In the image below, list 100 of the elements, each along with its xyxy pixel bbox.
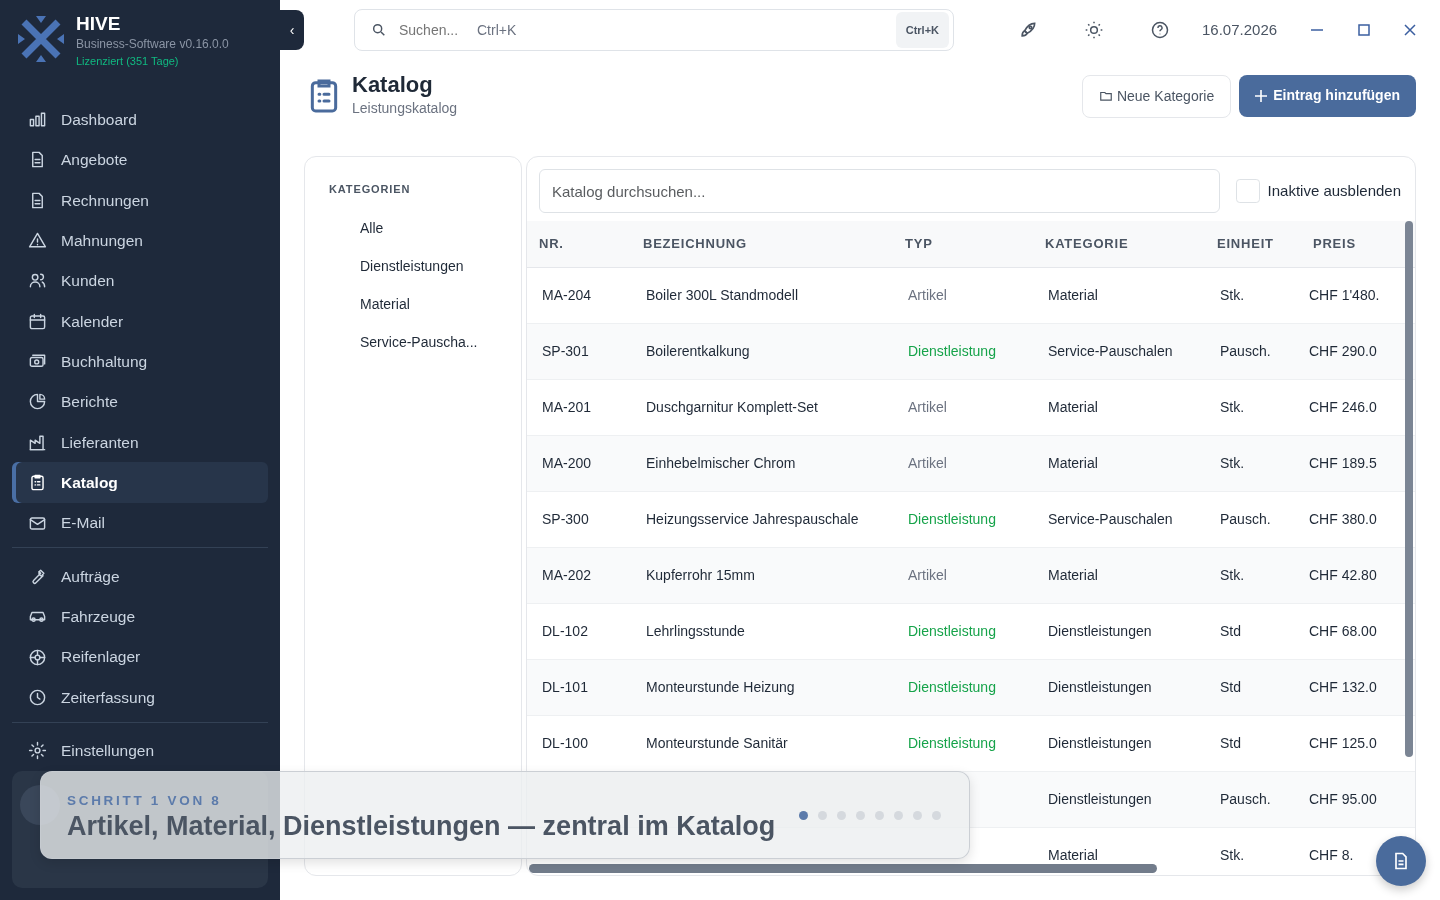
table-cell: Einhebelmischer Chrom bbox=[631, 435, 893, 491]
table-cell: MA-200 bbox=[527, 435, 631, 491]
nav-item[interactable]: Kalender bbox=[12, 301, 268, 342]
table-cell: Service-Pauschalen bbox=[1033, 491, 1205, 547]
close-icon[interactable] bbox=[1404, 24, 1416, 36]
nav-item[interactable]: Kunden bbox=[12, 260, 268, 302]
table-cell: Heizungsservice Jahrespauschale bbox=[631, 491, 893, 547]
step-dot[interactable] bbox=[875, 811, 885, 821]
warning-icon bbox=[28, 231, 47, 251]
table-cell: MA-202 bbox=[527, 547, 631, 603]
nav-item[interactable]: Mahnungen bbox=[12, 220, 268, 261]
shortcut-key: Ctrl+K bbox=[895, 11, 949, 49]
table-cell: MA-204 bbox=[527, 267, 631, 323]
nav-item[interactable]: Lieferanten bbox=[12, 422, 268, 463]
table-cell: Artikel bbox=[893, 547, 1033, 603]
table-cell: Pausch. bbox=[1205, 323, 1301, 379]
table-cell: Dienstleistung bbox=[893, 603, 1033, 659]
catalog-search-field[interactable]: Katalog durchsuchen... bbox=[539, 169, 1220, 213]
column-header[interactable]: EINHEIT bbox=[1205, 221, 1301, 267]
nav-item[interactable]: Reifenlager bbox=[12, 636, 268, 678]
table-cell: Duschgarnitur Komplett-Set bbox=[631, 379, 893, 435]
nav-item[interactable]: Berichte bbox=[12, 381, 268, 423]
table-cell: Dienstleistungen bbox=[1033, 771, 1205, 827]
date: 16.07.2026 bbox=[1202, 19, 1278, 40]
checkbox-label: Inaktive ausblenden bbox=[1267, 180, 1401, 201]
table-cell: CHF 290.0 bbox=[1301, 323, 1415, 379]
search-field[interactable]: Suchen... bbox=[397, 18, 467, 42]
table-cell: Std bbox=[1205, 715, 1301, 771]
add-entry-button[interactable]: Eintrag hinzufügen bbox=[1239, 74, 1416, 117]
category-item[interactable]: Dienstleistungen bbox=[305, 247, 513, 286]
category-item[interactable]: Material bbox=[305, 285, 513, 324]
clock-icon bbox=[28, 687, 47, 707]
step-dot[interactable] bbox=[799, 811, 809, 821]
sun-icon[interactable] bbox=[1084, 20, 1104, 40]
table-cell: Material bbox=[1033, 547, 1205, 603]
new-category-button[interactable]: Neue Kategorie bbox=[1081, 74, 1232, 118]
table-cell: CHF 95.00 bbox=[1301, 771, 1415, 827]
calendar-icon bbox=[28, 311, 47, 331]
table-cell: DL-102 bbox=[527, 603, 631, 659]
page-title: Katalog bbox=[352, 73, 434, 98]
table-cell: Material bbox=[1033, 267, 1205, 323]
column-header[interactable]: KATEGORIE bbox=[1033, 221, 1205, 267]
table-cell: Service-Pauschalen bbox=[1033, 323, 1205, 379]
nav-item[interactable]: Dashboard bbox=[12, 99, 268, 140]
app-version: Business-Software v0.16.0.0 bbox=[76, 35, 229, 53]
rocket-icon[interactable] bbox=[1018, 20, 1038, 40]
clipboard-icon bbox=[28, 473, 47, 493]
table-cell: MA-201 bbox=[527, 379, 631, 435]
nav-item[interactable]: Buchhaltung bbox=[12, 341, 268, 382]
table-cell: Dienstleistungen bbox=[1033, 603, 1205, 659]
nav-item[interactable]: E-Mail bbox=[12, 502, 268, 544]
table-cell: Stk. bbox=[1205, 267, 1301, 323]
table-cell: Dienstleistung bbox=[893, 491, 1033, 547]
table-cell: Stk. bbox=[1205, 547, 1301, 603]
scrollbar[interactable] bbox=[529, 864, 1157, 873]
step-dot[interactable] bbox=[837, 811, 847, 821]
nav-item[interactable]: Angebote bbox=[12, 139, 268, 181]
table-cell: Dienstleistungen bbox=[1033, 659, 1205, 715]
step-dot[interactable] bbox=[894, 811, 904, 821]
gear-icon bbox=[28, 741, 47, 761]
nav-item[interactable]: Aufträge bbox=[12, 556, 268, 597]
step-dot[interactable] bbox=[913, 811, 923, 821]
search-icon bbox=[371, 22, 387, 38]
column-header[interactable]: NR. bbox=[527, 221, 631, 267]
step-dot[interactable] bbox=[856, 811, 866, 821]
table-cell: DL-101 bbox=[527, 659, 631, 715]
category-item[interactable]: Service-Pauscha... bbox=[305, 323, 513, 362]
table-cell: Pausch. bbox=[1205, 771, 1301, 827]
table-cell: Monteurstunde Heizung bbox=[631, 659, 893, 715]
nav-item[interactable]: Katalog bbox=[12, 462, 268, 503]
nav-item[interactable]: Zeiterfassung bbox=[12, 677, 268, 718]
plus-icon bbox=[1255, 89, 1268, 102]
category-item[interactable]: Alle bbox=[305, 209, 513, 248]
column-header[interactable]: TYP bbox=[893, 221, 1033, 267]
table-cell: Std bbox=[1205, 659, 1301, 715]
column-header[interactable]: BEZEICHNUNG bbox=[631, 221, 893, 267]
help-icon[interactable] bbox=[1150, 20, 1170, 40]
table-cell: Material bbox=[1033, 435, 1205, 491]
logo-icon bbox=[16, 14, 66, 64]
nav-item[interactable]: Rechnungen bbox=[12, 180, 268, 221]
bar-chart-icon bbox=[28, 110, 47, 130]
table-cell: CHF 132.0 bbox=[1301, 659, 1415, 715]
table-cell: Stk. bbox=[1205, 435, 1301, 491]
nav-item[interactable]: Einstellungen bbox=[12, 730, 268, 771]
app-name: HIVE bbox=[76, 14, 122, 35]
step-dot[interactable] bbox=[932, 811, 942, 821]
column-header[interactable]: PREIS bbox=[1301, 221, 1415, 267]
scrollbar[interactable] bbox=[1405, 221, 1413, 757]
table-cell: Dienstleistung bbox=[893, 323, 1033, 379]
shortcut-hint: Ctrl+K bbox=[477, 20, 518, 40]
pie-chart-icon bbox=[28, 392, 47, 412]
table-cell: Kupferrohr 15mm bbox=[631, 547, 893, 603]
step-dot[interactable] bbox=[818, 811, 828, 821]
table-cell: Artikel bbox=[893, 267, 1033, 323]
maximize-icon[interactable] bbox=[1358, 24, 1370, 36]
floating-action-button[interactable] bbox=[1376, 836, 1426, 886]
nav-item[interactable]: Fahrzeuge bbox=[12, 596, 268, 637]
table-cell: Boiler 300L Standmodell bbox=[631, 267, 893, 323]
collapse-button[interactable]: ‹ bbox=[280, 10, 304, 50]
table-cell: Artikel bbox=[893, 379, 1033, 435]
